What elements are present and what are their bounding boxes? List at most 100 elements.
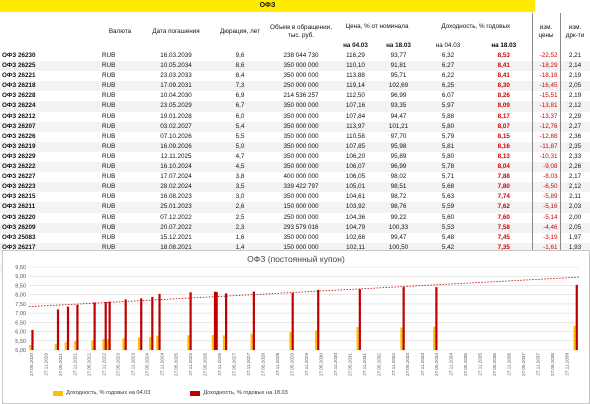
price-date2-cell: 101,21	[377, 121, 420, 132]
volume-cell: 293 579 016	[268, 222, 334, 233]
yield-date2-cell: 8,41	[476, 61, 532, 72]
currency-cell: RUB	[102, 72, 116, 80]
trendline	[28, 276, 580, 308]
price-date1-cell: 110,58	[346, 132, 365, 140]
x-tick-label: 27.05.2031	[347, 353, 352, 376]
yield-date1-cell: 6,32	[441, 52, 455, 59]
y-tick-label: 5,50	[15, 339, 26, 345]
price-date2-cell: 95,71	[390, 72, 407, 80]
yield-date2-cell: 7,74	[497, 193, 510, 201]
x-tick-label: 27.11.2029	[304, 353, 309, 376]
bar-yield-date2	[225, 293, 228, 350]
x-tick-label: 27.11.2023	[130, 353, 135, 376]
yield-date1-cell: 5,63	[441, 193, 455, 201]
bar-yield-date1	[314, 330, 318, 350]
bond-code-cell: ОФЗ 26228	[2, 92, 36, 100]
price-date2-cell: 93,35	[377, 101, 420, 112]
yield-date2-cell: 8,15	[497, 132, 510, 140]
duration-change-cell: 2,33	[559, 151, 590, 163]
duration-cell: 9,6	[235, 52, 245, 59]
bond-code-cell: ОФЗ 26211	[0, 202, 100, 213]
bar-yield-date1	[64, 342, 67, 350]
bond-table: Валюта Дата погашения Дюрация, лет Объем…	[0, 13, 590, 274]
bar-yield-date2	[158, 293, 161, 350]
table-row: ОФЗ 26218 RUB 17.09.2031 7,3 250 000 000 119,…	[0, 81, 590, 92]
price-change-cell: -6,50	[531, 182, 560, 193]
price-change-cell: -18,29	[531, 61, 560, 72]
x-tick-label: 27.11.2025	[188, 353, 193, 376]
price-date1-cell: 116,29	[346, 52, 365, 59]
x-tick-label: 27.05.2026	[203, 353, 208, 376]
x-tick-label: 27.05.2028	[260, 353, 265, 376]
bond-code-cell: ОФЗ 26226	[2, 132, 36, 140]
duration-cell: 3,5	[212, 182, 268, 193]
maturity-date-cell: 17.09.2031	[140, 81, 212, 92]
bar-yield-date2	[575, 284, 578, 350]
price-change-cell: -8,03	[531, 172, 560, 183]
x-tick-label: 27.05.2023	[116, 353, 121, 376]
volume-cell: 339 422 797	[268, 182, 334, 193]
legend-swatch-yellow	[53, 390, 63, 396]
table-row: ОФЗ 26207 RUB 03.02.2027 5,4 350 000 000 113,…	[0, 121, 590, 132]
col-code-header	[0, 13, 100, 41]
volume-cell: 250 000 000	[268, 81, 334, 92]
bar-yield-date1	[250, 333, 253, 350]
price-date2-cell: 102,69	[377, 81, 420, 92]
currency-cell: RUB	[100, 182, 140, 193]
volume-cell: 350 000 000	[268, 141, 334, 152]
bar-yield-date1	[29, 345, 32, 350]
x-tick-label: 27.05.2034	[434, 353, 439, 376]
price-date1-cell: 113,88	[346, 72, 365, 80]
volume-cell: 350 000 000	[283, 132, 319, 140]
maturity-date-cell: 19.01.2028	[160, 112, 192, 120]
yield-date2-cell: 8,16	[476, 141, 532, 152]
price-date2-cell: 91,81	[377, 61, 420, 72]
maturity-date-cell: 20.07.2022	[140, 222, 212, 233]
duration-change-cell: 2,12	[559, 182, 590, 193]
price-date1-cell: 107,85	[334, 141, 377, 152]
currency-cell: RUB	[100, 141, 140, 152]
table-row: ОФЗ 26225 RUB 10.05.2034 8,6 350 000 000 110,…	[0, 61, 590, 72]
maturity-date-cell: 16.09.2026	[140, 141, 212, 152]
x-tick-label: 27.11.2030	[333, 353, 338, 376]
duration-cell: 2,3	[212, 222, 268, 233]
volume-cell: 350 000 000	[268, 61, 334, 72]
col-duration-header: Дюрация, лет	[220, 28, 260, 35]
bond-code-cell: ОФЗ 26229	[2, 152, 36, 160]
yield-date1-cell: 5,81	[420, 141, 476, 152]
bar-yield-date1	[356, 326, 359, 350]
price-date1-cell: 106,07	[334, 162, 377, 173]
y-tick-label: 7,00	[15, 311, 26, 317]
bar-yield-date1	[573, 325, 576, 350]
yield-date1-cell: 5,60	[441, 213, 455, 221]
x-tick-label: 27.11.2021	[72, 353, 77, 376]
yield-date2-cell: 8,07	[476, 121, 532, 132]
yield-date1-cell: 5,68	[420, 182, 476, 193]
x-tick-label: 27.11.2038	[565, 353, 570, 376]
duration-change-cell: 2,11	[559, 192, 590, 203]
bar-yield-date2	[66, 306, 70, 350]
bar-yield-date1	[400, 327, 403, 350]
bar-yield-date2	[317, 289, 320, 350]
currency-cell: RUB	[102, 132, 116, 140]
duration-change-cell: 2,21	[559, 51, 590, 62]
x-tick-label: 27.05.2027	[231, 353, 236, 376]
maturity-date-cell: 12.11.2025	[160, 152, 192, 160]
x-tick-label: 27.11.2035	[478, 353, 483, 376]
bar-yield-date1	[222, 335, 226, 350]
bar-yield-date1	[149, 336, 152, 350]
bond-code-cell: ОФЗ 26212	[2, 112, 36, 120]
yield-date2-cell: 8,53	[497, 52, 510, 59]
maturity-date-cell: 17.07.2024	[160, 173, 192, 181]
spreadsheet: ОФЗ Валюта Дата погашения Дюрация, лет О…	[0, 0, 590, 404]
currency-cell: RUB	[102, 52, 116, 59]
x-tick-label: 27.05.2038	[550, 353, 555, 376]
yield-date2-cell: 7,45	[497, 233, 510, 241]
banner-title: ОФЗ	[0, 0, 535, 12]
legend-label-series-2: Доходность, % годовых на 18.03	[203, 390, 288, 396]
bond-code-cell: ОФЗ 26219	[0, 141, 100, 152]
price-change-cell: -13,37	[531, 111, 560, 122]
volume-cell: 250 000 000	[283, 213, 319, 221]
table-row: ОФЗ 26223 RUB 28.02.2024 3,5 339 422 797 105,…	[0, 182, 590, 193]
x-tick-label: 27.05.2024	[145, 353, 150, 376]
